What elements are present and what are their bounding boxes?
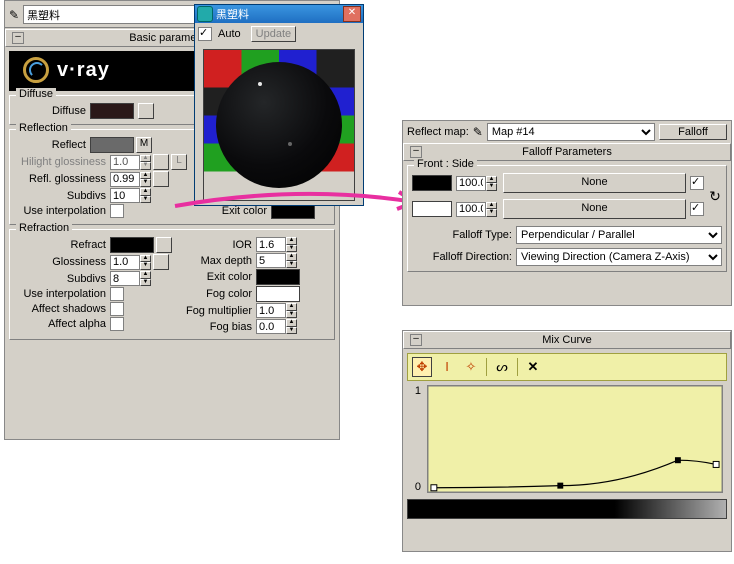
diffuse-label: Diffuse	[14, 105, 90, 117]
reflect-color-swatch[interactable]	[90, 137, 134, 153]
refl-gloss-spinner[interactable]: ▲▼	[110, 172, 151, 187]
close-icon[interactable]: ✕	[343, 6, 361, 22]
reflection-legend: Reflection	[16, 122, 71, 134]
refr-interp-checkbox[interactable]	[110, 287, 124, 301]
fog-bias-label: Fog bias	[172, 321, 256, 333]
auto-checkbox[interactable]	[198, 27, 212, 41]
curve-y1-label: 1	[415, 385, 421, 397]
side-map-button[interactable]: None	[503, 199, 686, 219]
rollout-toggle-icon[interactable]: –	[12, 32, 24, 44]
swap-colors-icon[interactable]: ↻	[708, 186, 722, 206]
refl-interp-checkbox[interactable]	[110, 204, 124, 218]
curve-add-point-tool[interactable]: ✧	[462, 358, 480, 376]
preview-title: 黑塑料	[216, 6, 249, 22]
refr-gloss-label: Glossiness	[14, 256, 110, 268]
curve-y0-label: 0	[415, 481, 421, 493]
affect-alpha-checkbox[interactable]	[110, 317, 124, 331]
mix-gradient-preview	[407, 499, 727, 519]
rollout-toggle-icon[interactable]: –	[410, 146, 422, 158]
toolbar-separator	[517, 358, 518, 376]
hilight-map-slot[interactable]	[153, 154, 169, 170]
side-amount-spinner[interactable]: ▲▼	[456, 202, 497, 217]
curve-scale-tool[interactable]: I	[438, 358, 456, 376]
refract-map-slot[interactable]	[156, 237, 172, 253]
preview-sphere	[216, 62, 342, 188]
front-side-group: Front : Side ▲▼ None	[407, 165, 727, 272]
falloff-type-button[interactable]: Falloff	[659, 124, 727, 140]
refr-exitcolor-swatch[interactable]	[256, 269, 300, 285]
vray-logo-text: v·ray	[57, 59, 110, 82]
hilight-gloss-spinner[interactable]: ▲▼	[110, 155, 151, 170]
refr-maxdepth-spinner[interactable]: ▲▼	[256, 253, 297, 268]
fog-bias-spinner[interactable]: ▲▼	[256, 319, 297, 334]
refraction-legend: Refraction	[16, 222, 72, 234]
curve-delete-tool[interactable]: ✕	[524, 358, 542, 376]
refr-subdivs-spinner[interactable]: ▲▼	[110, 271, 151, 286]
front-map-button[interactable]: None	[503, 173, 686, 193]
toolbar-separator	[486, 358, 487, 376]
hilight-gloss-label: Hilight glossiness	[14, 156, 110, 168]
map-name-dropdown[interactable]: Map #14	[487, 123, 655, 141]
front-enable-checkbox[interactable]	[690, 176, 704, 190]
curve-move-tool[interactable]: ✥	[412, 357, 432, 377]
rollout-toggle-icon[interactable]: –	[410, 334, 422, 346]
front-side-legend: Front : Side	[414, 158, 477, 170]
fog-mult-label: Fog multiplier	[172, 305, 256, 317]
diffuse-map-slot[interactable]	[138, 103, 154, 119]
auto-label: Auto	[218, 28, 241, 40]
affect-shadows-label: Affect shadows	[14, 303, 110, 315]
refract-color-swatch[interactable]	[110, 237, 154, 253]
diffuse-legend: Diffuse	[16, 88, 56, 100]
side-color-swatch[interactable]	[412, 201, 452, 217]
affect-alpha-label: Affect alpha	[14, 318, 110, 330]
refr-subdivs-label: Subdivs	[14, 273, 110, 285]
ior-label: IOR	[172, 239, 256, 251]
fog-color-label: Fog color	[172, 288, 256, 300]
app-icon	[197, 6, 213, 22]
refract-label: Refract	[14, 239, 110, 251]
material-preview	[203, 49, 355, 201]
falloff-dir-dropdown[interactable]: Viewing Direction (Camera Z-Axis)	[516, 248, 722, 266]
front-color-swatch[interactable]	[412, 175, 452, 191]
refr-maxdepth-label: Max depth	[172, 255, 256, 267]
refl-subdivs-spinner[interactable]: ▲▼	[110, 188, 151, 203]
side-enable-checkbox[interactable]	[690, 202, 704, 216]
eyedropper-icon[interactable]: ✎	[9, 8, 19, 22]
refl-exitcolor-label: Exit color	[187, 205, 271, 217]
curve-bezier-tool[interactable]: ᔕ	[493, 358, 511, 376]
fog-color-swatch[interactable]	[256, 286, 300, 302]
curve-toolbar: ✥ I ✧ ᔕ ✕	[407, 353, 727, 381]
material-preview-window[interactable]: 黑塑料 ✕ Auto Update	[194, 4, 364, 206]
refl-subdivs-label: Subdivs	[14, 190, 110, 202]
front-amount-spinner[interactable]: ▲▼	[456, 176, 497, 191]
update-button[interactable]: Update	[251, 26, 296, 42]
mix-curve-rollout[interactable]: – Mix Curve	[403, 331, 731, 349]
affect-shadows-checkbox[interactable]	[110, 302, 124, 316]
falloff-dir-label: Falloff Direction:	[412, 251, 516, 263]
fog-mult-spinner[interactable]: ▲▼	[256, 303, 297, 318]
refl-interp-label: Use interpolation	[14, 205, 110, 217]
refr-exitcolor-label: Exit color	[172, 271, 256, 283]
mix-curve-canvas[interactable]	[427, 385, 723, 493]
reflect-map-label: Reflect map:	[407, 126, 469, 138]
reflect-map-button[interactable]: M	[136, 137, 152, 153]
eyedropper-icon[interactable]: ✎	[473, 125, 483, 139]
vray-logo-icon	[23, 57, 49, 83]
falloff-type-dropdown[interactable]: Perpendicular / Parallel	[516, 226, 722, 244]
refraction-group: Refraction Refract Glossiness ▲▼	[9, 229, 335, 340]
diffuse-color-swatch[interactable]	[90, 103, 134, 119]
refl-gloss-label: Refl. glossiness	[14, 173, 110, 185]
hilight-lock[interactable]: L	[171, 154, 187, 170]
falloff-type-label: Falloff Type:	[412, 229, 516, 241]
refr-gloss-map-slot[interactable]	[153, 254, 169, 270]
refr-interp-label: Use interpolation	[14, 288, 110, 300]
reflect-label: Reflect	[14, 139, 90, 151]
falloff-params-title: Falloff Parameters	[522, 146, 612, 158]
mix-curve-title: Mix Curve	[542, 334, 592, 346]
refr-gloss-spinner[interactable]: ▲▼	[110, 255, 151, 270]
ior-spinner[interactable]: ▲▼	[256, 237, 297, 252]
refl-gloss-map-slot[interactable]	[153, 171, 169, 187]
